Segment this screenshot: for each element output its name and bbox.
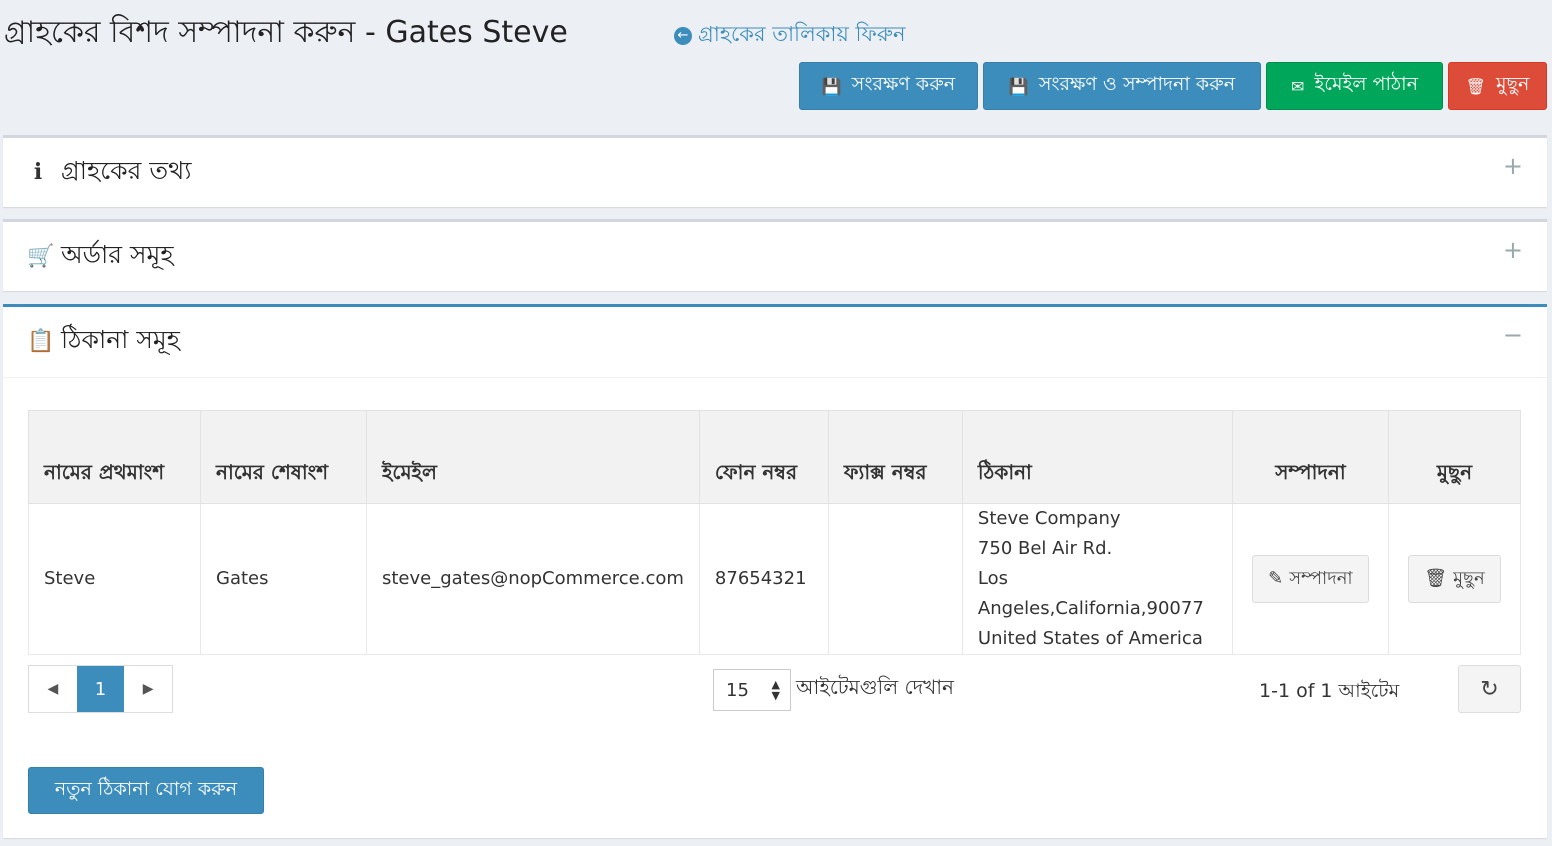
send-email-label: ইমেইল পাঠান — [1314, 73, 1418, 95]
info-icon: i — [33, 159, 43, 185]
customer-info-panel: i গ্রাহকের তথ্য + — [3, 135, 1547, 207]
column-header-first-name[interactable]: নামের প্রথমাংশ — [28, 410, 201, 504]
customer-info-title: গ্রাহকের তথ্য — [61, 155, 192, 185]
page-title: গ্রাহকের বিশদ সম্পাদনা করুন - Gates Stev… — [4, 15, 568, 50]
next-page-icon[interactable]: ▶ — [124, 666, 172, 712]
add-address-button[interactable]: নতুন ঠিকানা যোগ করুন — [28, 767, 264, 814]
back-link-label: গ্রাহকের তালিকায় ফিরুন — [698, 22, 906, 46]
page-size-value: 15 — [726, 679, 749, 701]
save-continue-button[interactable]: 💾 সংরক্ষণ ও সম্পাদনা করুন — [983, 62, 1261, 110]
table-row: Steve Gates steve_gates@nopCommerce.com … — [28, 503, 1522, 655]
cart-icon: 🛒 — [27, 243, 55, 269]
column-header-fax[interactable]: ফ্যাক্স নম্বর — [827, 410, 963, 504]
delete-button-label: মুছুন — [1495, 73, 1530, 95]
address-line: Steve Company — [977, 508, 1121, 529]
send-email-button[interactable]: ✉ ইমেইল পাঠান — [1266, 62, 1443, 110]
floppy-disk-icon: 💾 — [821, 76, 842, 96]
back-to-list-link[interactable]: ← গ্রাহকের তালিকায় ফিরুন — [674, 18, 906, 53]
trash-icon: 🗑 — [1465, 76, 1486, 96]
item-count: 1-1 of 1 আইটেম — [1259, 680, 1400, 702]
cell-email: steve_gates@nopCommerce.com — [366, 503, 700, 655]
column-header-phone[interactable]: ফোন নম্বর — [698, 410, 829, 504]
trash-icon: 🗑 — [1424, 568, 1448, 589]
address-line: United States of America — [977, 628, 1203, 649]
cell-delete: 🗑 মুছুন — [1387, 503, 1522, 655]
delete-address-button[interactable]: 🗑 মুছুন — [1408, 555, 1501, 603]
select-updown-icon: ▲ ▼ — [771, 678, 780, 702]
save-continue-label: সংরক্ষণ ও সম্পাদনা করুন — [1038, 73, 1236, 95]
addresses-panel-header[interactable]: 📋 ঠিকানা সমূহ − — [3, 307, 1547, 375]
save-button-label: সংরক্ষণ করুন — [851, 73, 956, 95]
table-header-row: নামের প্রথমাংশ নামের শেষাংশ ইমেইল ফোন নম… — [28, 410, 1522, 504]
panel-divider — [3, 377, 1547, 378]
cell-address: Steve Company 750 Bel Air Rd. Los Angele… — [961, 503, 1233, 655]
page-size-label: আইটেমগুলি দেখান — [796, 675, 954, 699]
page-size-select[interactable]: 15 ▲ ▼ — [713, 669, 791, 711]
cell-last-name: Gates — [200, 503, 367, 655]
delete-address-label: মুছুন — [1453, 568, 1485, 589]
refresh-icon: ↻ — [1480, 676, 1499, 702]
pagination: ◀ 1 ▶ — [28, 665, 173, 713]
orders-panel-header[interactable]: 🛒 অর্ডার সমূহ + — [3, 222, 1547, 290]
expand-plus-icon[interactable]: + — [1503, 236, 1523, 264]
edit-address-button[interactable]: ✎ সম্পাদনা — [1252, 555, 1369, 603]
prev-page-icon[interactable]: ◀ — [29, 666, 77, 712]
cell-edit: ✎ সম্পাদনা — [1231, 503, 1389, 655]
collapse-minus-icon[interactable]: − — [1503, 321, 1523, 349]
address-book-icon: 📋 — [27, 328, 55, 354]
delete-button[interactable]: 🗑 মুছুন — [1448, 62, 1547, 110]
addresses-table: নামের প্রথমাংশ নামের শেষাংশ ইমেইল ফোন নম… — [28, 410, 1522, 655]
orders-panel: 🛒 অর্ডার সমূহ + — [3, 219, 1547, 291]
save-button[interactable]: 💾 সংরক্ষণ করুন — [799, 62, 978, 110]
customer-info-panel-header[interactable]: i গ্রাহকের তথ্য + — [3, 138, 1547, 206]
cell-first-name: Steve — [28, 503, 201, 655]
refresh-button[interactable]: ↻ — [1458, 665, 1521, 713]
arrow-left-circle-icon: ← — [674, 26, 692, 45]
expand-plus-icon[interactable]: + — [1503, 152, 1523, 180]
cell-phone: 87654321 — [698, 503, 829, 655]
edit-address-label: সম্পাদনা — [1289, 568, 1353, 589]
column-header-email[interactable]: ইমেইল — [366, 410, 700, 504]
column-header-edit: সম্পাদনা — [1231, 410, 1389, 504]
envelope-icon: ✉ — [1291, 76, 1305, 96]
addresses-panel: 📋 ঠিকানা সমূহ − নামের প্রথমাংশ নামের শেষ… — [3, 304, 1547, 838]
pencil-icon: ✎ — [1268, 568, 1284, 589]
address-line: 750 Bel Air Rd. — [977, 538, 1113, 559]
cell-fax — [827, 503, 963, 655]
orders-title: অর্ডার সমূহ — [61, 239, 174, 269]
page-number-current[interactable]: 1 — [76, 666, 125, 712]
address-line: Los Angeles,California,90077 — [977, 568, 1204, 619]
floppy-disk-icon: 💾 — [1008, 76, 1029, 96]
column-header-delete: মুছুন — [1387, 410, 1522, 504]
addresses-title: ঠিকানা সমূহ — [61, 324, 180, 354]
column-header-address[interactable]: ঠিকানা — [961, 410, 1233, 504]
column-header-last-name[interactable]: নামের শেষাংশ — [200, 410, 367, 504]
